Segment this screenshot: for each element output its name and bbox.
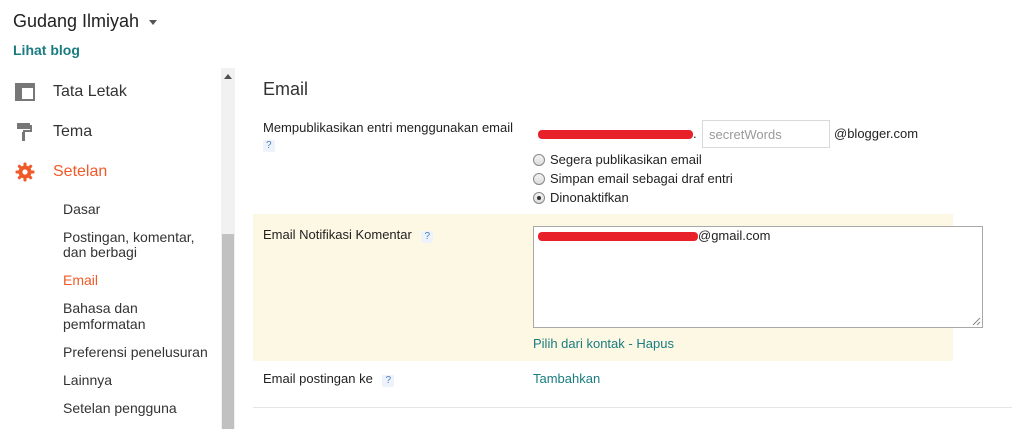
caret-down-icon	[149, 19, 158, 25]
sidebar-item-label: Tata Letak	[53, 83, 127, 100]
post-email-to-label: Email postingan ke ?	[263, 371, 395, 387]
remove-link[interactable]: Hapus	[636, 336, 674, 351]
radio-disabled[interactable]: Dinonaktifkan	[533, 190, 629, 205]
sidebar-subitem-language[interactable]: Bahasa dan	[63, 300, 138, 316]
radio-label: Segera publikasikan email	[550, 152, 702, 167]
sidebar: Tata Letak Tema Setelan Dasar Postingan,…	[0, 68, 220, 429]
sidebar-subitem-posts-cont[interactable]: dan berbagi	[63, 244, 137, 260]
redacted-email-prefix	[538, 130, 693, 139]
main-content: Email Mempublikasikan entri menggunakan …	[253, 68, 1012, 429]
scrollbar-thumb[interactable]	[222, 234, 234, 429]
paint-roller-icon	[17, 123, 32, 141]
help-icon[interactable]: ?	[382, 375, 395, 387]
radio-button[interactable]	[533, 153, 545, 166]
comment-notification-links: Pilih dari kontak - Hapus	[533, 336, 674, 351]
layout-icon	[15, 83, 35, 101]
sidebar-subitem-user-settings[interactable]: Setelan pengguna	[63, 400, 177, 416]
link-separator: -	[628, 336, 633, 351]
view-blog-link[interactable]: Lihat blog	[13, 42, 80, 58]
gmail-suffix: @gmail.com	[698, 228, 771, 243]
sidebar-subitem-other[interactable]: Lainnya	[63, 372, 112, 388]
add-post-email-link[interactable]: Tambahkan	[533, 371, 600, 386]
page-title: Email	[263, 79, 309, 99]
blog-name: Gudang Ilmiyah	[13, 10, 140, 31]
sidebar-item-label: Setelan	[53, 163, 108, 180]
secret-words-input[interactable]	[702, 120, 830, 148]
email-dot: .	[693, 126, 697, 141]
redacted-email-prefix	[538, 232, 698, 241]
sidebar-subitem-search-prefs[interactable]: Preferensi penelusuran	[63, 344, 208, 360]
help-icon[interactable]: ?	[263, 140, 275, 152]
publish-email-label-text: Mempublikasikan entri menggunakan email	[263, 120, 514, 135]
radio-label: Simpan email sebagai draf entri	[550, 171, 733, 186]
sidebar-item-label: Tema	[53, 123, 93, 140]
sidebar-subitem-posts[interactable]: Postingan, komentar,	[63, 229, 195, 245]
sidebar-subitem-language-cont[interactable]: pemformatan	[63, 316, 145, 332]
sidebar-item-layout[interactable]: Tata Letak	[0, 72, 220, 112]
blogger-domain-suffix: @blogger.com	[834, 126, 919, 141]
radio-button-selected[interactable]	[533, 191, 545, 204]
comment-notification-label-text: Email Notifikasi Komentar	[263, 227, 412, 242]
scroll-up-arrow-icon[interactable]	[224, 74, 232, 79]
radio-publish-immediately[interactable]: Segera publikasikan email	[533, 152, 702, 167]
pick-from-contacts-link[interactable]: Pilih dari kontak	[533, 336, 625, 351]
help-icon[interactable]: ?	[421, 231, 434, 243]
sidebar-item-theme[interactable]: Tema	[0, 112, 220, 152]
publish-email-label: Mempublikasikan entri menggunakan email …	[263, 120, 513, 152]
post-email-to-label-text: Email postingan ke	[263, 371, 373, 386]
radio-label: Dinonaktifkan	[550, 190, 629, 205]
sidebar-item-settings[interactable]: Setelan	[0, 152, 220, 192]
sidebar-scrollbar[interactable]	[221, 68, 235, 429]
gear-icon	[15, 162, 35, 182]
radio-button[interactable]	[533, 172, 545, 185]
sidebar-subitem-email[interactable]: Email	[63, 272, 98, 288]
blog-selector[interactable]: Gudang Ilmiyah	[13, 9, 158, 33]
resize-grip-icon[interactable]	[971, 316, 981, 326]
divider	[253, 407, 1012, 408]
comment-notification-label: Email Notifikasi Komentar ?	[263, 227, 434, 243]
sidebar-subitem-basic[interactable]: Dasar	[63, 201, 100, 217]
radio-save-draft[interactable]: Simpan email sebagai draf entri	[533, 171, 733, 186]
